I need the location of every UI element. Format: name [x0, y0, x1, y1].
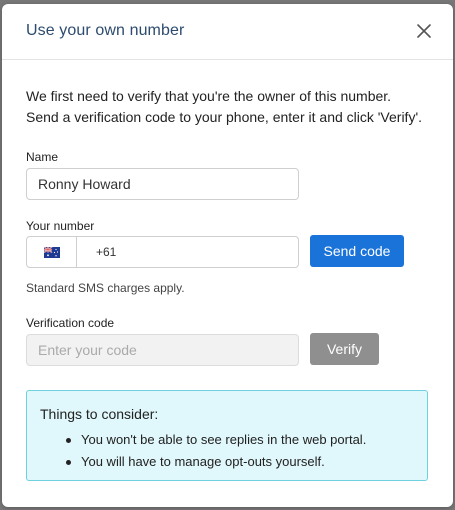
close-icon: [417, 24, 431, 38]
notice-title: Things to consider:: [40, 406, 159, 422]
phone-number-input[interactable]: [78, 237, 298, 267]
verification-code-input[interactable]: [26, 334, 299, 366]
country-selector[interactable]: [27, 237, 77, 267]
dialog-header: Use your own number: [2, 4, 453, 60]
close-button[interactable]: [415, 22, 433, 40]
list-item: You will have to manage opt-outs yoursel…: [65, 451, 366, 473]
your-number-label: Your number: [26, 219, 95, 233]
dialog-intro-text: We first need to verify that you're the …: [26, 88, 423, 125]
notice-list: You won't be able to see replies in the …: [65, 429, 366, 473]
name-label: Name: [26, 150, 59, 164]
phone-number-group: [26, 236, 299, 268]
sms-charges-hint: Standard SMS charges apply.: [26, 281, 185, 295]
send-code-button[interactable]: Send code: [310, 235, 404, 267]
verify-button[interactable]: Verify: [310, 333, 379, 365]
australia-flag-icon: [43, 246, 60, 258]
list-item: You won't be able to see replies in the …: [65, 429, 366, 451]
name-input[interactable]: [26, 168, 299, 200]
verification-code-label: Verification code: [26, 316, 115, 330]
things-to-consider-notice: Things to consider: You won't be able to…: [26, 390, 428, 481]
dialog-title: Use your own number: [26, 22, 185, 39]
use-own-number-dialog: Use your own number We first need to ver…: [2, 4, 453, 507]
